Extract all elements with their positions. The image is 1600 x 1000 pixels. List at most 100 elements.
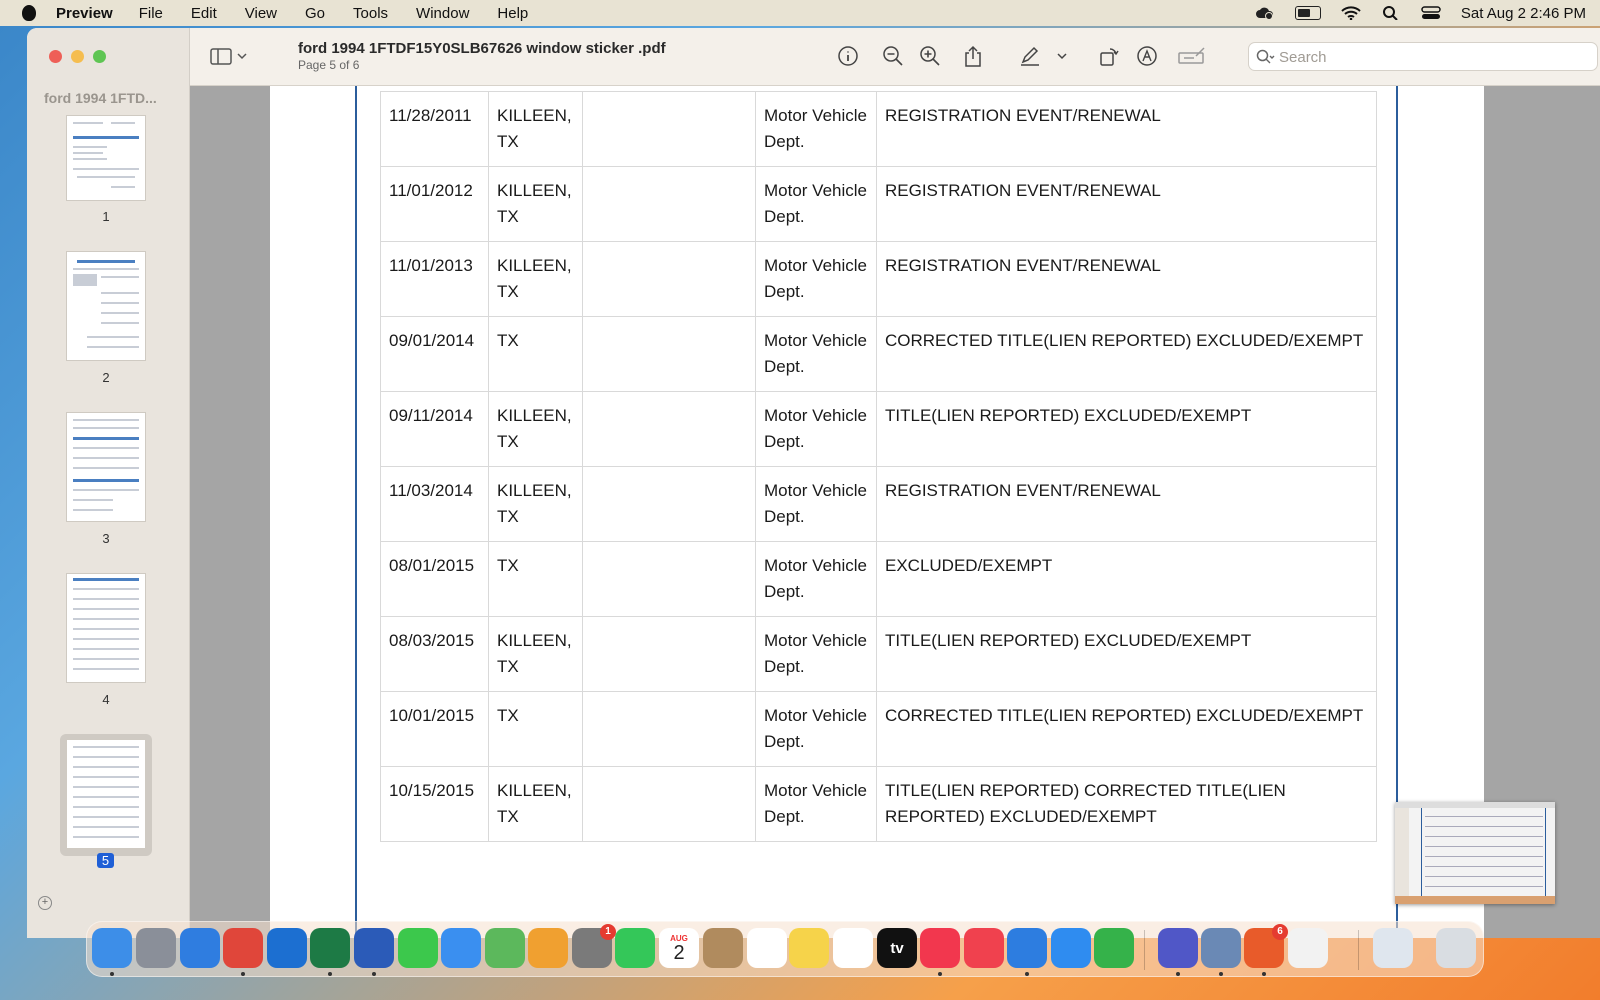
page-number-5[interactable]: 5 — [97, 853, 114, 868]
finder-icon[interactable] — [92, 928, 132, 968]
word-icon[interactable] — [354, 928, 394, 968]
cell-date: 08/01/2015 — [380, 541, 489, 617]
chrome-icon[interactable] — [223, 928, 263, 968]
cell-event: CORRECTED TITLE(LIEN REPORTED) EXCLUDED/… — [876, 316, 1377, 392]
table-row: 11/01/2013 KILLEEN, TX Motor Vehicle Dept.… — [380, 241, 1377, 317]
search-input[interactable] — [1277, 46, 1591, 69]
page-thumbnail-2[interactable] — [67, 252, 145, 360]
keynote-icon[interactable] — [1007, 928, 1047, 968]
maps-icon[interactable] — [485, 928, 525, 968]
calendar-icon[interactable]: AUG 2 — [659, 928, 699, 968]
sidebar-toggle-icon[interactable] — [210, 45, 232, 67]
table-row: 10/15/2015 KILLEEN, TX Motor Vehicle Dept.… — [380, 766, 1377, 842]
control-center-icon[interactable] — [1421, 6, 1441, 20]
teams-icon[interactable] — [1158, 928, 1198, 968]
add-page-icon[interactable]: + — [38, 896, 52, 910]
trash-icon[interactable] — [1436, 928, 1476, 968]
cell-location: KILLEEN, TX — [488, 616, 583, 692]
notification-badge: 6 — [1272, 924, 1288, 940]
excel-icon[interactable] — [310, 928, 350, 968]
battery-icon[interactable] — [1294, 6, 1321, 20]
photos-icon[interactable] — [528, 928, 568, 968]
search-icon — [1256, 49, 1275, 64]
cell-agency: Motor Vehicle Dept. — [755, 541, 877, 617]
wifi-icon[interactable] — [1341, 6, 1361, 20]
notes-icon[interactable] — [789, 928, 829, 968]
music-icon[interactable] — [920, 928, 960, 968]
mail-icon[interactable] — [441, 928, 481, 968]
apple-tv-icon[interactable]: tv — [877, 928, 917, 968]
menu-tools[interactable]: Tools — [353, 5, 388, 22]
office-icon[interactable]: 6 — [1244, 924, 1288, 968]
system-settings-icon[interactable]: 1 — [572, 924, 616, 968]
creative-cloud-icon[interactable] — [1255, 6, 1275, 20]
onedrive-icon[interactable] — [267, 928, 307, 968]
zoom-out-icon[interactable] — [882, 45, 904, 67]
chevron-down-icon[interactable] — [1056, 45, 1068, 67]
page-number-3[interactable]: 3 — [96, 531, 116, 546]
document-view[interactable]: 11/28/2011 KILLEEN, TX Motor Vehicle Dept.… — [190, 86, 1600, 938]
menu-help[interactable]: Help — [497, 5, 528, 22]
dock-separator — [1358, 930, 1359, 970]
search-field[interactable] — [1248, 42, 1598, 71]
downloads-stack-icon[interactable] — [1373, 928, 1413, 968]
textedit-icon[interactable] — [1288, 928, 1328, 968]
highlight-pen-icon[interactable] — [1019, 45, 1041, 67]
minimize-window-button[interactable] — [71, 50, 84, 63]
cell-agency: Motor Vehicle Dept. — [755, 166, 877, 242]
safari-icon[interactable] — [180, 928, 220, 968]
zoom-window-button[interactable] — [93, 50, 106, 63]
running-indicator — [1176, 972, 1180, 976]
page-thumbnail-3[interactable] — [67, 413, 145, 521]
apple-menu-icon[interactable] — [22, 5, 36, 21]
cell-agency: Motor Vehicle Dept. — [755, 466, 877, 542]
menu-app-name[interactable]: Preview — [56, 5, 113, 22]
cell-location: KILLEEN, TX — [488, 391, 583, 467]
facetime-icon[interactable] — [615, 928, 655, 968]
table-row: 11/03/2014 KILLEEN, TX Motor Vehicle Dept.… — [380, 466, 1377, 542]
markup-icon[interactable] — [1136, 45, 1158, 67]
running-indicator — [938, 972, 942, 976]
menu-go[interactable]: Go — [305, 5, 325, 22]
menu-window[interactable]: Window — [416, 5, 469, 22]
page-thumbnail-4[interactable] — [67, 574, 145, 682]
cell-event: EXCLUDED/EXEMPT — [876, 541, 1377, 617]
page-number-4[interactable]: 4 — [96, 692, 116, 707]
menubar-clock[interactable]: Sat Aug 2 2:46 PM — [1461, 5, 1586, 22]
page-number-1[interactable]: 1 — [96, 209, 116, 224]
contacts-icon[interactable] — [703, 928, 743, 968]
page-thumbnail-5[interactable] — [67, 740, 145, 848]
menu-file[interactable]: File — [139, 5, 163, 22]
zoom-in-icon[interactable] — [919, 45, 941, 67]
menu-view[interactable]: View — [245, 5, 277, 22]
menu-edit[interactable]: Edit — [191, 5, 217, 22]
page-border-left — [355, 86, 357, 938]
info-icon[interactable] — [837, 45, 859, 67]
app-store-icon[interactable] — [1051, 928, 1091, 968]
share-icon[interactable] — [962, 45, 984, 67]
running-indicator — [1219, 972, 1223, 976]
messages-icon[interactable] — [398, 928, 438, 968]
cell-event: CORRECTED TITLE(LIEN REPORTED) EXCLUDED/… — [876, 691, 1377, 767]
cell-source — [582, 541, 756, 617]
rotate-icon[interactable] — [1098, 45, 1120, 67]
pdf-page: 11/28/2011 KILLEEN, TX Motor Vehicle Dept.… — [270, 86, 1484, 938]
page-thumbnail-1[interactable] — [67, 116, 145, 200]
cell-location: TX — [488, 316, 583, 392]
running-indicator — [1025, 972, 1029, 976]
apple-tv-label: tv — [890, 939, 904, 957]
reminders-icon[interactable] — [747, 928, 787, 968]
numbers-icon[interactable] — [1094, 928, 1134, 968]
cell-date: 11/28/2011 — [380, 91, 489, 167]
freeform-icon[interactable] — [833, 928, 873, 968]
form-filling-icon[interactable] — [1178, 45, 1206, 67]
page-number-2[interactable]: 2 — [96, 370, 116, 385]
news-icon[interactable] — [964, 928, 1004, 968]
preview-icon[interactable] — [1201, 928, 1241, 968]
close-window-button[interactable] — [49, 50, 62, 63]
screenshot-preview-thumbnail[interactable] — [1395, 802, 1555, 904]
cell-date: 10/01/2015 — [380, 691, 489, 767]
chevron-down-icon[interactable] — [236, 45, 248, 67]
launchpad-icon[interactable] — [136, 928, 176, 968]
spotlight-search-icon[interactable] — [1381, 6, 1401, 20]
